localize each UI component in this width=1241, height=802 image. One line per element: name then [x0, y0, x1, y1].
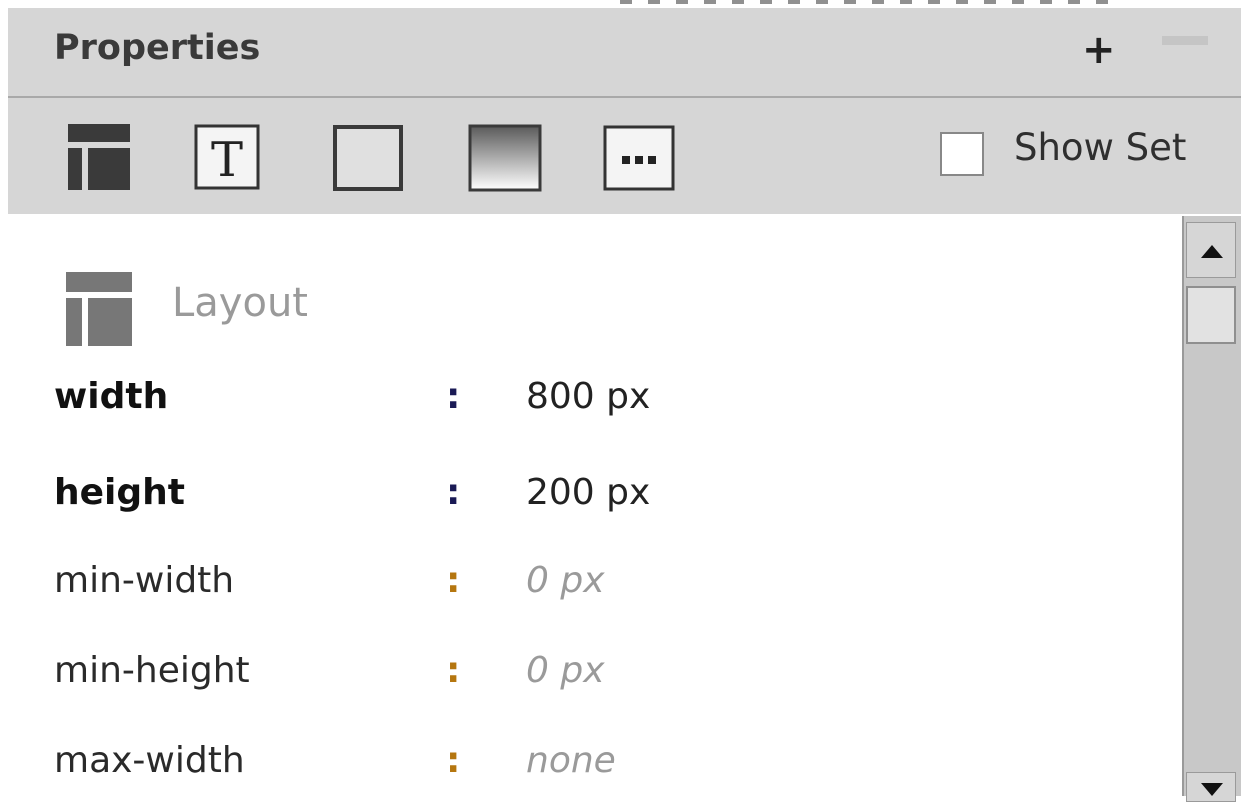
scroll-up-arrow-icon[interactable]: [1186, 222, 1236, 278]
layout-icon: [68, 124, 130, 190]
property-row-width: width : 800 px: [54, 376, 1154, 426]
property-row-max-width: max-width : none: [54, 740, 1154, 790]
layout-icon: [66, 272, 132, 346]
property-row-min-height: min-height : 0 px: [54, 650, 1154, 700]
vertical-scrollbar[interactable]: [1182, 216, 1241, 802]
panel-header: Properties +: [8, 8, 1241, 98]
background-category-button[interactable]: [468, 124, 542, 192]
cut-off-text-fragment: [620, 0, 1120, 4]
scrollbar-thumb[interactable]: [1186, 286, 1236, 344]
property-colon: :: [446, 650, 461, 691]
cut-off-top-edge: [0, 0, 1241, 8]
background-icon: [468, 124, 542, 192]
property-value[interactable]: 0 px: [526, 560, 605, 601]
property-name: min-height: [54, 650, 250, 691]
property-name: max-width: [54, 740, 245, 781]
property-name: height: [54, 472, 185, 513]
property-name: width: [54, 376, 169, 417]
plus-icon[interactable]: +: [1082, 30, 1116, 70]
category-toolbar: T Show Set: [8, 98, 1241, 214]
border-icon: [333, 125, 403, 191]
layout-category-button[interactable]: [66, 124, 134, 192]
property-value[interactable]: none: [526, 740, 616, 781]
property-value[interactable]: 200 px: [526, 472, 650, 513]
property-value[interactable]: 0 px: [526, 650, 605, 691]
panel-title: Properties: [54, 28, 261, 68]
properties-content: Layout width : 800 px height : 200 px mi…: [8, 214, 1174, 796]
minus-icon[interactable]: [1162, 36, 1208, 45]
layout-section-icon: [66, 272, 138, 352]
property-value[interactable]: 800 px: [526, 376, 650, 417]
property-colon: :: [446, 376, 461, 417]
property-row-height: height : 200 px: [54, 472, 1154, 522]
more-icon: [603, 125, 675, 191]
show-set-label: Show Set: [1014, 126, 1187, 169]
svg-text:T: T: [211, 132, 243, 188]
show-set-checkbox[interactable]: [940, 132, 984, 176]
border-category-button[interactable]: [332, 124, 403, 192]
property-colon: :: [446, 560, 461, 601]
property-colon: :: [446, 472, 461, 513]
more-category-button[interactable]: [602, 124, 675, 192]
property-colon: :: [446, 740, 461, 781]
text-icon: T: [194, 124, 260, 190]
scroll-down-arrow-icon[interactable]: [1186, 772, 1236, 802]
property-row-min-width: min-width : 0 px: [54, 560, 1154, 610]
text-category-button[interactable]: T: [194, 124, 262, 192]
property-name: min-width: [54, 560, 235, 601]
section-title: Layout: [172, 280, 308, 326]
